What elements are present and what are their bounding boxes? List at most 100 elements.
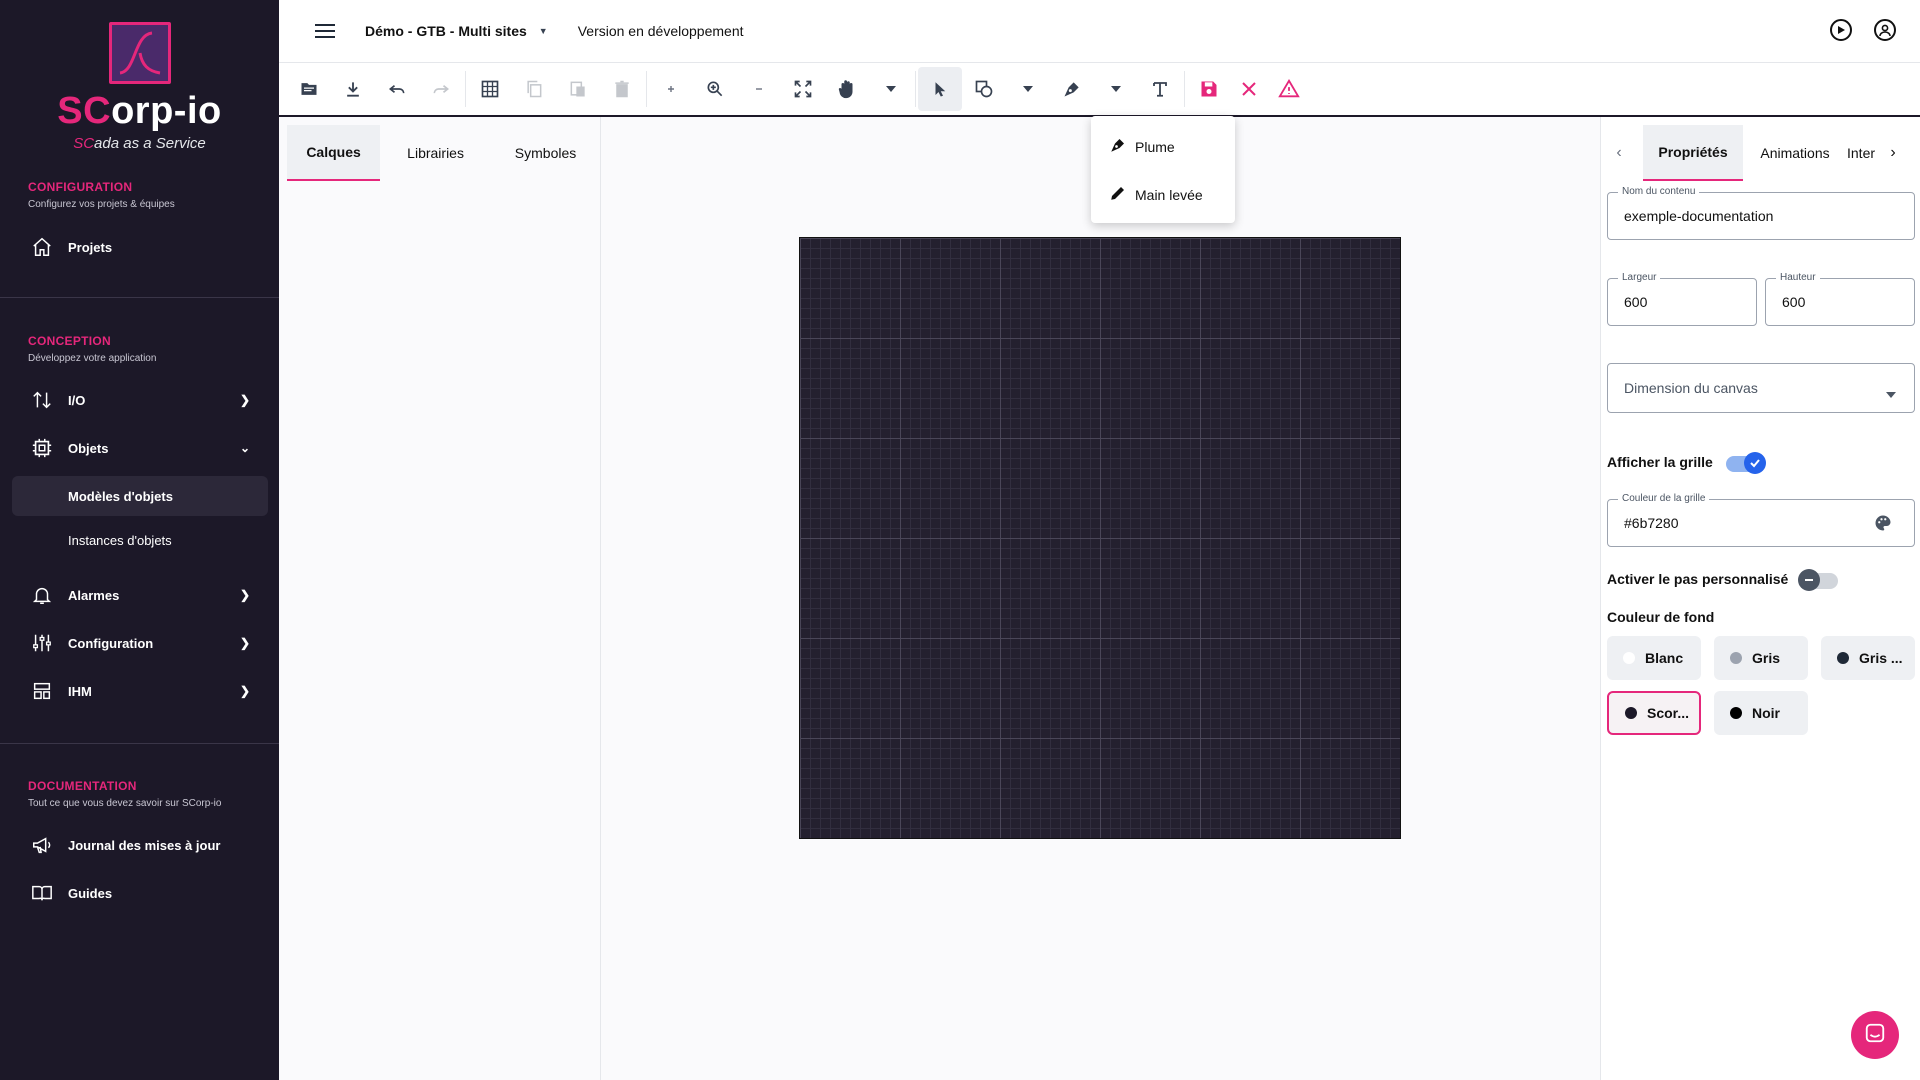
zoom-in-small-icon[interactable]	[649, 67, 693, 111]
color-dot	[1837, 652, 1849, 664]
caret-down-icon[interactable]	[1006, 67, 1050, 111]
pen-nib-icon	[1109, 136, 1131, 157]
right-panel: ‹ Propriétés Animations Interactions › N…	[1600, 117, 1920, 1080]
field-label: Largeur	[1618, 272, 1661, 283]
bg-color-label: Couleur de fond	[1607, 609, 1715, 625]
close-icon[interactable]	[1231, 67, 1267, 111]
toolbar-separator	[1184, 71, 1185, 107]
pointer-icon[interactable]	[918, 67, 962, 111]
sidebar-item-instances[interactable]: Instances d'objets	[12, 520, 268, 560]
delete-icon[interactable]	[600, 67, 644, 111]
sidebar-item-label: I/O	[68, 392, 86, 408]
caret-down-icon[interactable]	[869, 67, 913, 111]
sidebar-item-io[interactable]: I/O ❯	[12, 380, 268, 420]
zoom-icon[interactable]	[693, 67, 737, 111]
menu-item-plume[interactable]: Plume	[1109, 136, 1175, 157]
drawing-canvas[interactable]	[799, 237, 1401, 839]
shapes-icon[interactable]	[962, 67, 1006, 111]
check-icon	[1744, 452, 1766, 474]
sidebar-item-label: IHM	[68, 683, 92, 699]
sidebar-item-objets[interactable]: Objets ⌄	[12, 428, 268, 468]
menu-item-label: Plume	[1135, 138, 1175, 155]
tab-interactions[interactable]: Interactions	[1847, 125, 1875, 181]
save-icon[interactable]	[1187, 67, 1231, 111]
sidebar-item-alarmes[interactable]: Alarmes ❯	[12, 575, 268, 615]
width-field[interactable]: Largeur 600	[1607, 272, 1757, 326]
redo-icon[interactable]	[419, 67, 463, 111]
chevron-right-icon: ❯	[239, 684, 250, 698]
sidebar-item-label: Modèles d'objets	[68, 488, 173, 504]
canvas-area[interactable]	[601, 117, 1600, 1080]
canvas-dimension-select[interactable]: Dimension du canvas	[1607, 363, 1915, 413]
section-documentation-subtitle: Tout ce que vous devez savoir sur SCorp-…	[28, 798, 222, 809]
zoom-out-small-icon[interactable]	[737, 67, 781, 111]
logo-icon	[108, 22, 171, 84]
grid-color-field[interactable]: Couleur de la grille #6b7280	[1607, 493, 1915, 547]
custom-step-toggle[interactable]	[1798, 569, 1838, 591]
sidebar-item-label: Guides	[68, 885, 113, 901]
sidebar-item-journal[interactable]: Journal des mises à jour	[12, 825, 268, 865]
field-label: Couleur de la grille	[1618, 493, 1710, 504]
swatch-label: Gris	[1752, 650, 1781, 666]
undo-icon[interactable]	[375, 67, 419, 111]
chevron-left-icon[interactable]: ‹	[1601, 144, 1637, 162]
color-dot	[1730, 652, 1742, 664]
section-configuration-subtitle: Configurez vos projets & équipes	[28, 199, 175, 210]
version-label: Version en développement	[577, 23, 744, 39]
tab-proprietes[interactable]: Propriétés	[1643, 125, 1743, 181]
text-icon[interactable]	[1138, 67, 1182, 111]
tab-symboles[interactable]: Symboles	[491, 125, 600, 181]
menu-icon[interactable]	[315, 20, 335, 42]
color-dot	[1623, 652, 1635, 664]
left-panel: Calques Librairies Symboles	[279, 117, 601, 1080]
content-name-field[interactable]: Nom du contenu exemple-documentation	[1607, 186, 1915, 240]
dashboard-icon	[28, 680, 56, 702]
tab-calques[interactable]: Calques	[287, 125, 381, 181]
top-bar: Démo - GTB - Multi sites ▼ Version en dé…	[279, 0, 1920, 63]
sidebar-item-label: Configuration	[68, 635, 154, 651]
download-icon[interactable]	[331, 67, 375, 111]
paste-icon[interactable]	[556, 67, 600, 111]
menu-item-main-levee[interactable]: Main levée	[1109, 184, 1203, 205]
select-placeholder: Dimension du canvas	[1624, 380, 1758, 396]
copy-icon[interactable]	[512, 67, 556, 111]
tab-animations[interactable]: Animations	[1743, 125, 1847, 181]
chevron-right-icon[interactable]: ›	[1875, 144, 1911, 162]
height-field[interactable]: Hauteur 600	[1765, 272, 1915, 326]
hand-pan-icon[interactable]	[825, 67, 869, 111]
toolbar-separator	[915, 71, 916, 107]
arrows-updown-icon	[28, 389, 56, 411]
bg-option-noir[interactable]: Noir	[1714, 691, 1808, 735]
grid-icon[interactable]	[468, 67, 512, 111]
warning-icon[interactable]	[1267, 67, 1311, 111]
sidebar: SCorp-io SCada as a Service CONFIGURATIO…	[0, 0, 279, 1080]
field-label: Hauteur	[1776, 272, 1820, 283]
sidebar-item-ihm[interactable]: IHM ❯	[12, 671, 268, 711]
chip-icon	[28, 437, 56, 459]
chat-launcher-button[interactable]	[1851, 1011, 1899, 1059]
book-icon	[28, 882, 56, 904]
palette-icon[interactable]	[1874, 514, 1892, 535]
caret-down-icon[interactable]: ▼	[539, 26, 548, 36]
custom-step-label: Activer le pas personnalisé	[1607, 571, 1789, 587]
sidebar-item-configuration[interactable]: Configuration ❯	[12, 623, 268, 663]
project-selector[interactable]: Démo - GTB - Multi sites	[365, 23, 527, 39]
home-icon	[28, 236, 56, 258]
sidebar-item-projets[interactable]: Projets	[12, 227, 268, 267]
bg-option-gris[interactable]: Gris	[1714, 636, 1808, 680]
bg-option-scorpio[interactable]: Scor...	[1607, 691, 1701, 735]
fit-screen-icon[interactable]	[781, 67, 825, 111]
bg-option-blanc[interactable]: Blanc	[1607, 636, 1701, 680]
show-grid-toggle[interactable]	[1726, 452, 1766, 474]
pen-nib-icon[interactable]	[1050, 67, 1094, 111]
tab-librairies[interactable]: Librairies	[380, 125, 491, 181]
caret-down-icon[interactable]	[1094, 67, 1138, 111]
bg-option-gris-fonce[interactable]: Gris ...	[1821, 636, 1915, 680]
logo[interactable]: SCorp-io SCada as a Service	[0, 22, 279, 152]
play-icon[interactable]	[1830, 19, 1852, 41]
open-folder-icon[interactable]	[287, 67, 331, 111]
sidebar-item-modeles[interactable]: Modèles d'objets	[12, 476, 268, 516]
sidebar-item-label: Projets	[68, 239, 113, 255]
account-icon[interactable]	[1874, 19, 1896, 41]
sidebar-item-guides[interactable]: Guides	[12, 873, 268, 913]
